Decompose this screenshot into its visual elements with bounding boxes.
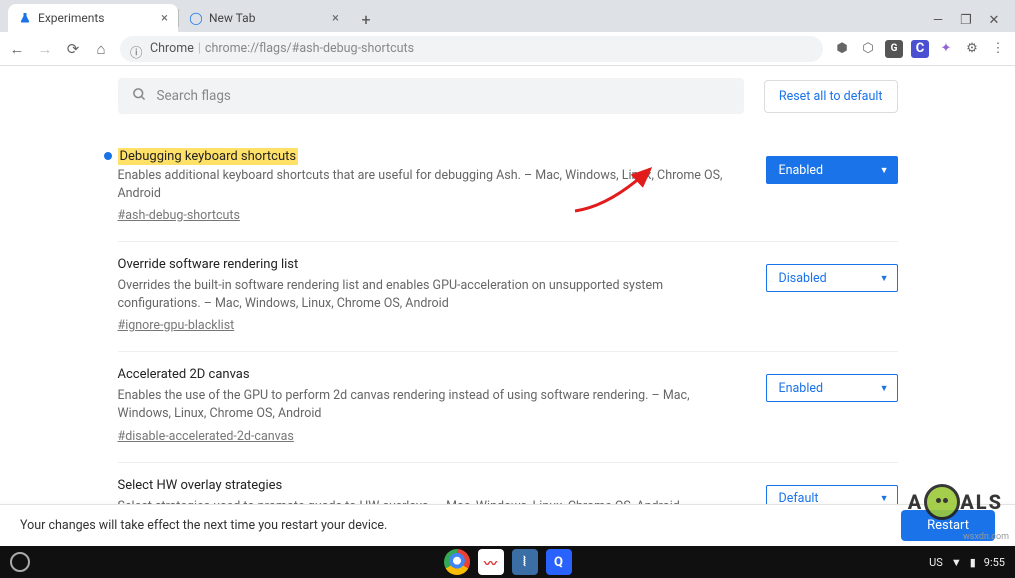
forward-button[interactable]: →: [36, 40, 54, 58]
menu-icon[interactable]: ⋮: [989, 40, 1007, 58]
maximize-icon[interactable]: ❐: [959, 13, 973, 28]
source-mark: wsxdn.com: [963, 532, 1009, 542]
shield2-icon[interactable]: ⬡: [859, 40, 877, 58]
minimize-icon[interactable]: —: [931, 13, 945, 28]
flag-row: Accelerated 2D canvas Enables the use of …: [118, 352, 898, 462]
watermark: A PUALS: [908, 490, 1003, 514]
page: Search flags Reset all to default Debugg…: [0, 66, 1015, 504]
flag-select[interactable]: Enabled ▼: [766, 156, 898, 184]
flag-hash-link[interactable]: #ignore-gpu-blacklist: [118, 318, 235, 333]
flag-desc: Overrides the built-in software renderin…: [118, 277, 746, 313]
flag-title: Debugging keyboard shortcuts: [118, 148, 299, 165]
tab-newtab[interactable]: ◯ New Tab ×: [179, 4, 349, 32]
address-bar[interactable]: ⓘ Chrome | chrome://flags/#ash-debug-sho…: [120, 36, 823, 62]
flag-select[interactable]: Enabled ▼: [766, 374, 898, 402]
new-tab-button[interactable]: +: [353, 6, 379, 32]
ext-g-icon[interactable]: G: [885, 40, 903, 58]
flag-title: Select HW overlay strategies: [118, 477, 746, 496]
back-button[interactable]: ←: [8, 40, 26, 58]
shelf-status[interactable]: US ▼ ▮ 9:55: [929, 556, 1005, 569]
app4-icon[interactable]: Q: [546, 549, 572, 575]
reset-button[interactable]: Reset all to default: [764, 80, 898, 113]
tab-title: Experiments: [38, 11, 105, 25]
flag-row: Select HW overlay strategiesSelect strat…: [118, 463, 898, 504]
shield-icon[interactable]: ⬢: [833, 40, 851, 58]
toolbar: ← → ⟳ ⌂ ⓘ Chrome | chrome://flags/#ash-d…: [0, 32, 1015, 66]
search-icon: [132, 87, 147, 106]
url-path: chrome://flags/#ash-debug-shortcuts: [205, 41, 414, 56]
flag-title: Accelerated 2D canvas: [118, 366, 746, 385]
flag-title: Override software rendering list: [118, 256, 746, 275]
flag-select-value: Enabled: [779, 163, 824, 178]
app2-icon[interactable]: 〰: [478, 549, 504, 575]
search-placeholder: Search flags: [157, 88, 231, 104]
close-window-icon[interactable]: ✕: [987, 13, 1001, 28]
chevron-down-icon: ▼: [880, 493, 889, 504]
clock: 9:55: [984, 556, 1005, 569]
window-controls: — ❐ ✕: [931, 13, 1007, 32]
shelf: 〰 ⦚ Q US ▼ ▮ 9:55: [0, 546, 1015, 578]
puzzle-icon[interactable]: ✦: [937, 40, 955, 58]
flag-select-value: Disabled: [779, 271, 827, 286]
tab-title: New Tab: [209, 11, 255, 25]
chrome-app-icon[interactable]: [444, 549, 470, 575]
flag-select-value: Enabled: [779, 381, 824, 396]
close-icon[interactable]: ×: [332, 11, 339, 26]
wifi-icon: ▼: [951, 556, 962, 569]
close-icon[interactable]: ×: [161, 11, 168, 26]
flag-select[interactable]: Default ▼: [766, 485, 898, 504]
mascot-icon: [924, 484, 960, 520]
chevron-down-icon: ▼: [880, 273, 889, 284]
globe-icon: ◯: [189, 11, 203, 25]
app3-icon[interactable]: ⦚: [512, 549, 538, 575]
gear-icon[interactable]: ⚙: [963, 40, 981, 58]
launcher-button[interactable]: [10, 552, 30, 572]
extension-icons: ⬢ ⬡ G C ✦ ⚙ ⋮: [833, 40, 1007, 58]
flag-desc: Enables additional keyboard shortcuts th…: [118, 167, 746, 203]
flag-hash-link[interactable]: #ash-debug-shortcuts: [118, 208, 240, 223]
tab-strip: Experiments × ◯ New Tab × + — ❐ ✕: [0, 0, 1015, 32]
ime-indicator: US: [929, 556, 943, 569]
url-origin: Chrome: [150, 41, 194, 56]
flag-desc: Enables the use of the GPU to perform 2d…: [118, 387, 746, 423]
chevron-down-icon: ▼: [880, 383, 889, 394]
flask-icon: [18, 11, 32, 25]
chevron-down-icon: ▼: [880, 165, 889, 176]
tab-experiments[interactable]: Experiments ×: [8, 4, 178, 32]
reload-button[interactable]: ⟳: [64, 40, 82, 58]
flag-row: Override software rendering list Override…: [118, 242, 898, 352]
search-input[interactable]: Search flags: [118, 78, 744, 114]
flag-row: Debugging keyboard shortcuts Enables addi…: [118, 134, 898, 242]
flag-hash-link[interactable]: #disable-accelerated-2d-canvas: [118, 429, 294, 444]
shelf-apps: 〰 ⦚ Q: [444, 549, 572, 575]
ext-c-icon[interactable]: C: [911, 40, 929, 58]
flag-select-value: Default: [779, 491, 819, 504]
flag-select[interactable]: Disabled ▼: [766, 264, 898, 292]
info-icon: ⓘ: [130, 42, 144, 56]
battery-icon: ▮: [970, 556, 976, 569]
home-button[interactable]: ⌂: [92, 40, 110, 58]
banner-text: Your changes will take effect the next t…: [20, 518, 387, 533]
restart-banner: Your changes will take effect the next t…: [0, 504, 1015, 546]
